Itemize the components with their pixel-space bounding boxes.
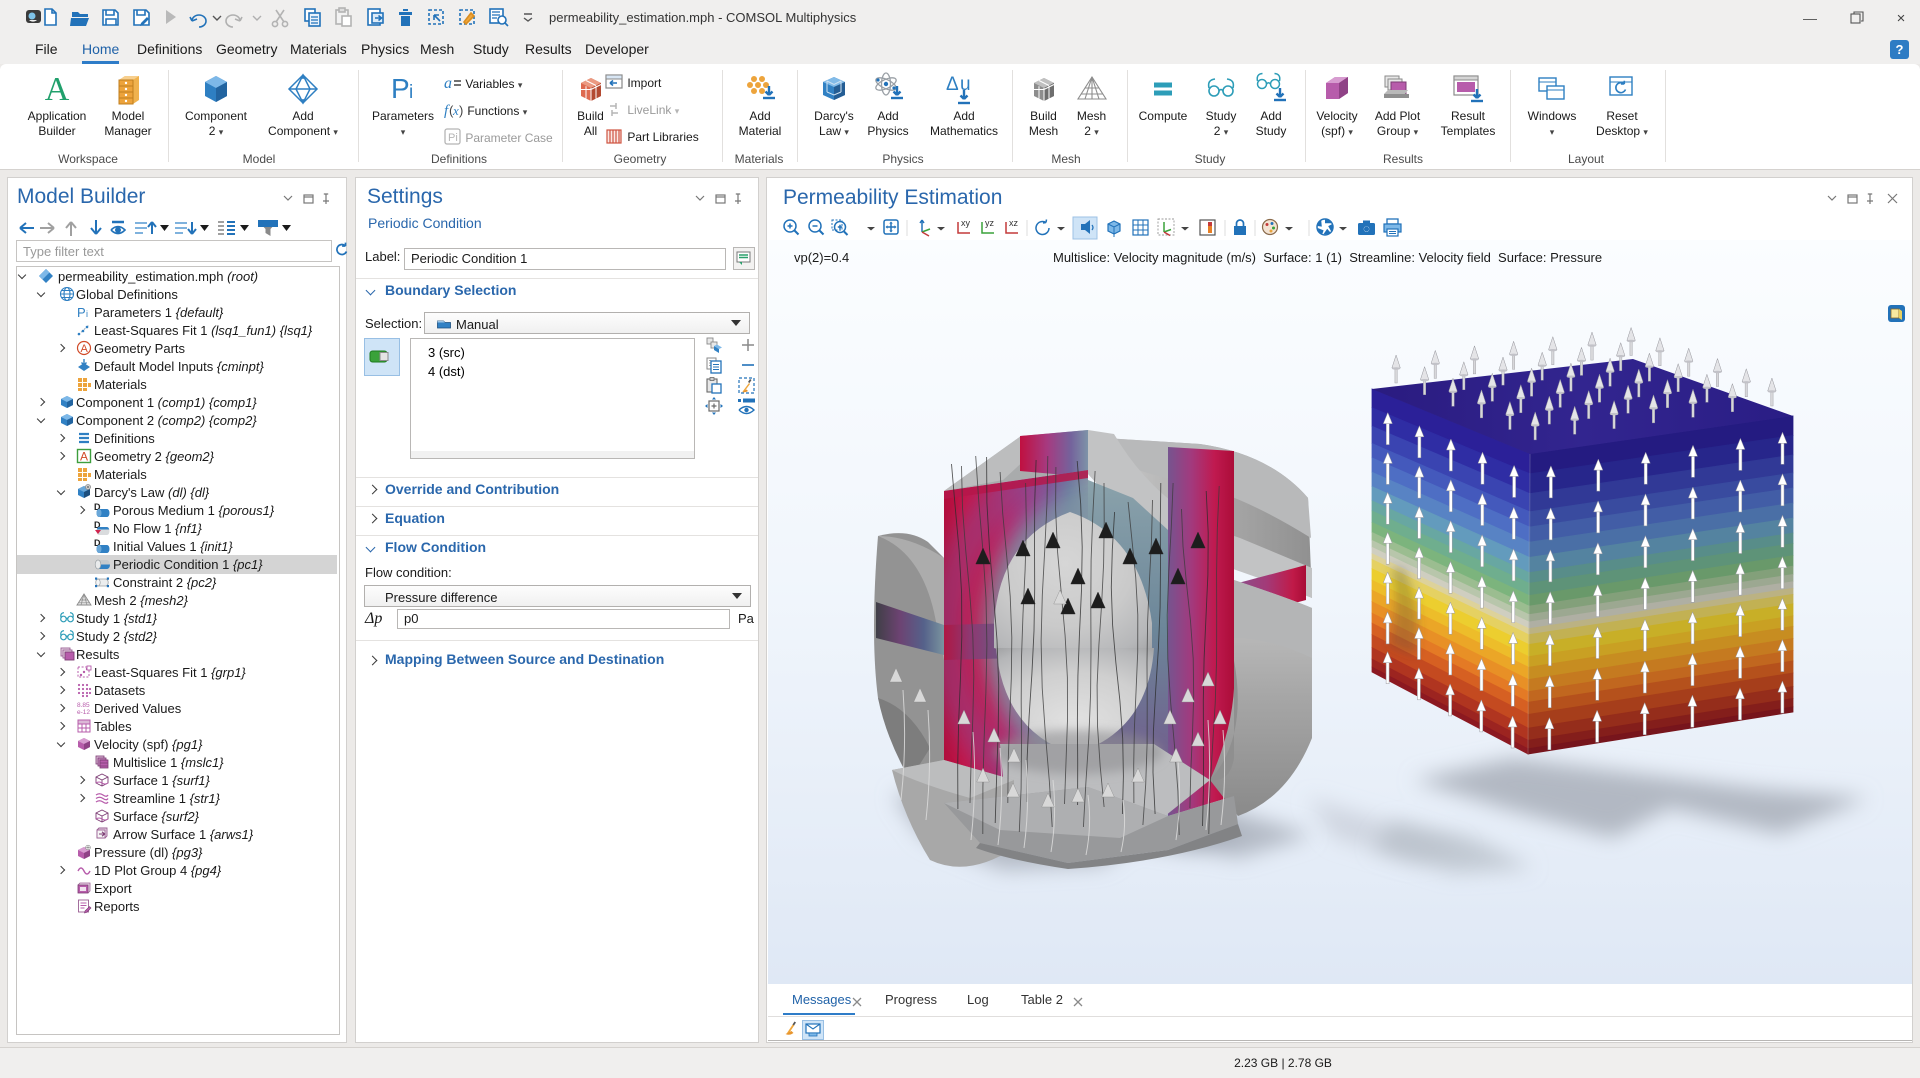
svg-text:Pi: Pi [448,132,458,144]
svg-text:A: A [81,343,89,355]
svg-text:A: A [45,72,70,106]
svg-text:Δ: Δ [946,74,959,95]
svg-text:i: i [409,82,413,103]
svg-text:x: x [452,103,459,118]
svg-text:yz: yz [985,218,995,228]
svg-text:a: a [444,75,452,92]
svg-text:i: i [86,309,88,319]
svg-text:xy: xy [961,218,971,228]
svg-text:P: P [391,73,410,104]
svg-text:8.85: 8.85 [77,702,90,709]
svg-text:xz: xz [1009,218,1019,228]
svg-text:P: P [77,305,86,320]
svg-text:): ) [459,103,463,118]
svg-text:e-12: e-12 [77,709,90,716]
svg-text:u: u [960,74,971,95]
svg-text:A: A [80,450,88,464]
